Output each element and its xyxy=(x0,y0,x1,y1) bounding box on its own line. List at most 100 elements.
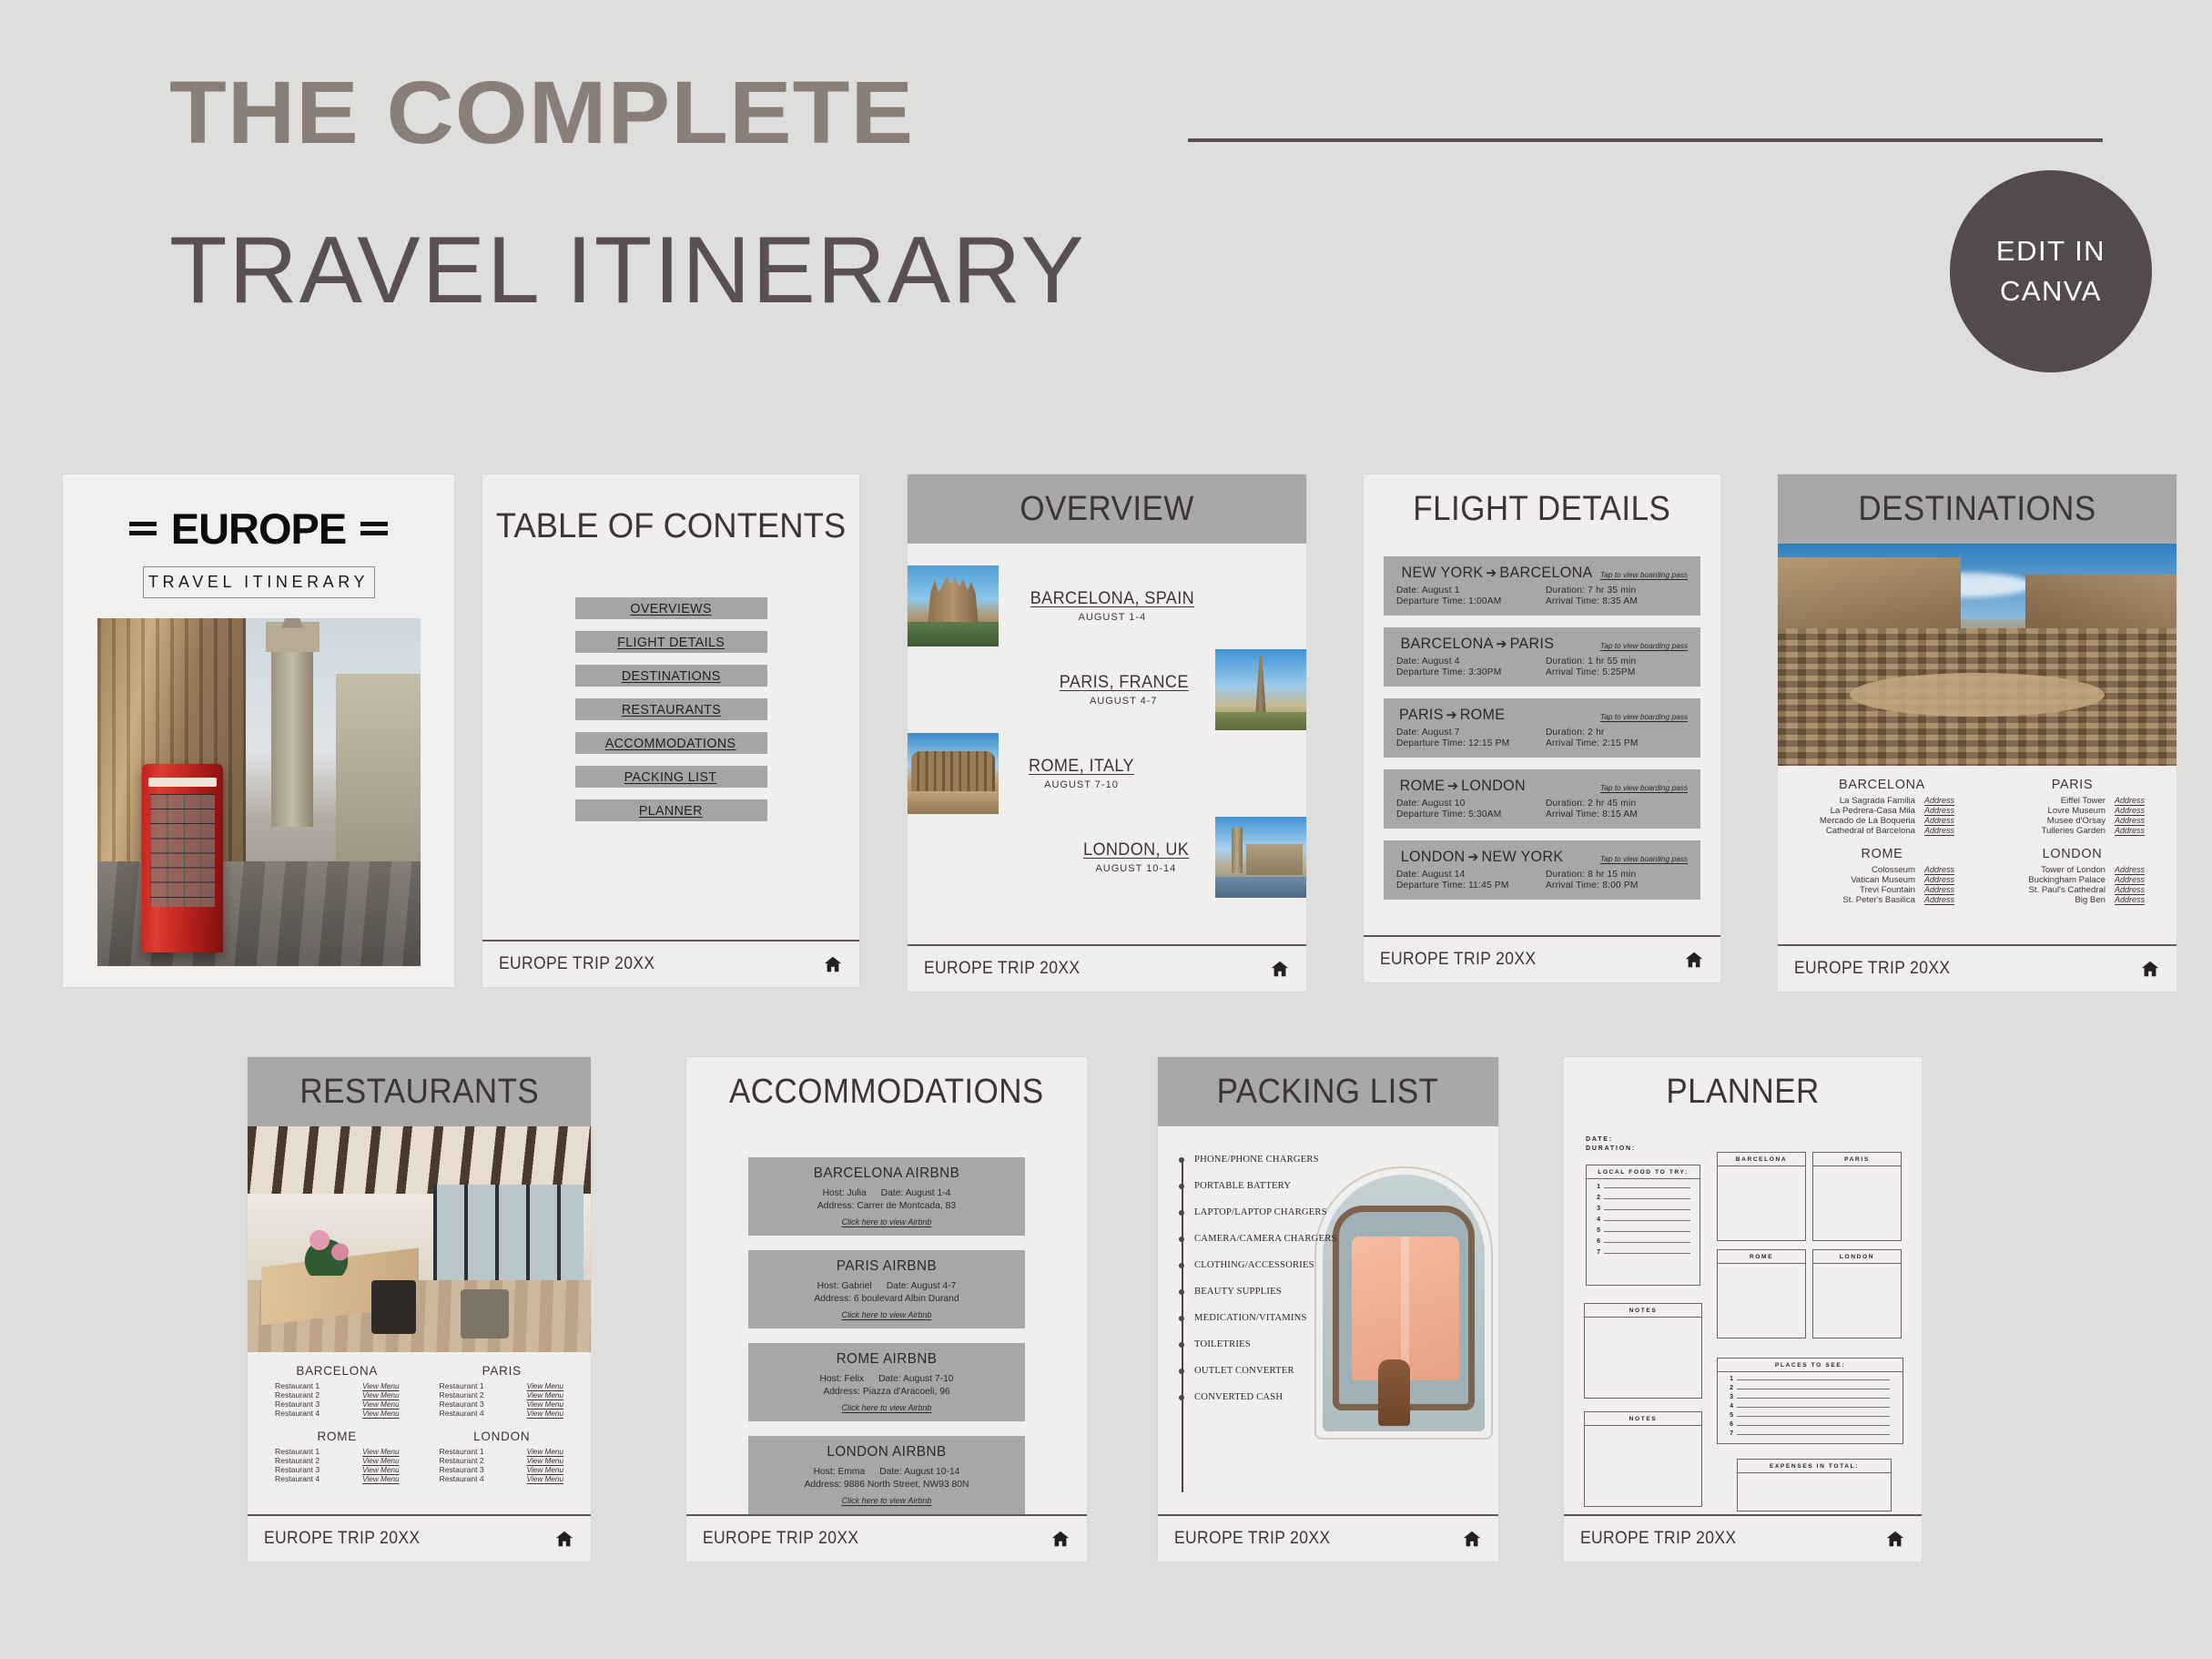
boarding-pass-link[interactable]: Tap to view boarding pass xyxy=(1600,783,1688,792)
toc-item-accommodations[interactable]: ACCOMMODATIONS xyxy=(574,732,767,754)
restaurant-row[interactable]: Restaurant 2 View Menu xyxy=(420,1390,584,1399)
write-line[interactable] xyxy=(1604,1220,1690,1221)
address-link[interactable]: Address xyxy=(2115,895,2155,904)
destination-row[interactable]: Big Ben Address xyxy=(1977,895,2167,905)
toc-item-packing-list[interactable]: PACKING LIST xyxy=(574,766,767,788)
address-link[interactable]: Address xyxy=(1924,796,1964,805)
card-restaurants[interactable]: RESTAURANTS BARCELONA Restaurant 1 View M… xyxy=(248,1057,591,1562)
view-menu-link[interactable]: View Menu xyxy=(527,1391,563,1399)
notes-box-lower[interactable]: NOTES xyxy=(1584,1411,1702,1507)
destination-row[interactable]: Tulleries Garden Address xyxy=(1977,826,2167,836)
toc-item-destinations[interactable]: DESTINATIONS xyxy=(574,665,767,687)
address-link[interactable]: Address xyxy=(1924,865,1964,874)
home-icon[interactable] xyxy=(1885,1529,1905,1549)
address-link[interactable]: Address xyxy=(2115,875,2155,884)
accommodation-card[interactable]: PARIS AIRBNB Host: Gabriel Date: August 4… xyxy=(748,1250,1025,1328)
restaurant-row[interactable]: Restaurant 4 View Menu xyxy=(255,1474,420,1483)
write-line[interactable] xyxy=(1737,1379,1890,1380)
airbnb-link[interactable]: Click here to view Airbnb xyxy=(757,1310,1016,1319)
write-line[interactable] xyxy=(1737,1416,1890,1417)
places-to-see-box[interactable]: PLACES TO SEE: 1 2 3 4 5 6 7 xyxy=(1717,1358,1903,1444)
restaurant-row[interactable]: Restaurant 3 View Menu xyxy=(420,1465,584,1474)
local-food-box[interactable]: LOCAL FOOD TO TRY: 1 2 3 4 5 6 7 xyxy=(1586,1165,1700,1286)
destination-row[interactable]: Tower of London Address xyxy=(1977,865,2167,875)
restaurant-row[interactable]: Restaurant 4 View Menu xyxy=(420,1474,584,1483)
packing-item[interactable]: PORTABLE BATTERY xyxy=(1176,1173,1498,1199)
destination-row[interactable]: St. Peter's Basilica Address xyxy=(1787,895,1977,905)
address-link[interactable]: Address xyxy=(2115,885,2155,894)
restaurant-row[interactable]: Restaurant 2 View Menu xyxy=(255,1390,420,1399)
restaurant-row[interactable]: Restaurant 1 View Menu xyxy=(255,1381,420,1390)
packing-item[interactable]: PHONE/PHONE CHARGERS xyxy=(1176,1146,1498,1173)
write-line[interactable] xyxy=(1604,1209,1690,1210)
restaurant-row[interactable]: Restaurant 1 View Menu xyxy=(255,1447,420,1456)
toc-item-flight-details[interactable]: FLIGHT DETAILS xyxy=(574,631,767,653)
destination-row[interactable]: Cathedral of Barcelona Address xyxy=(1787,826,1977,836)
airbnb-link[interactable]: Click here to view Airbnb xyxy=(757,1496,1016,1505)
overview-stop-london[interactable]: LONDON, UK AUGUST 10-14 xyxy=(1081,817,1306,898)
write-line[interactable] xyxy=(1604,1253,1690,1254)
view-menu-link[interactable]: View Menu xyxy=(527,1410,563,1418)
destination-row[interactable]: La Sagrada Familia Address xyxy=(1787,796,1977,806)
home-icon[interactable] xyxy=(554,1529,574,1549)
home-icon[interactable] xyxy=(1270,959,1290,979)
flight-row[interactable]: ROME ➔ LONDON Tap to view boarding pass Da… xyxy=(1384,769,1700,829)
view-menu-link[interactable]: View Menu xyxy=(527,1400,563,1409)
address-link[interactable]: Address xyxy=(1924,816,1964,825)
address-link[interactable]: Address xyxy=(1924,806,1964,815)
write-line[interactable] xyxy=(1737,1407,1890,1408)
address-link[interactable]: Address xyxy=(1924,826,1964,835)
boarding-pass-link[interactable]: Tap to view boarding pass xyxy=(1600,570,1688,579)
view-menu-link[interactable]: View Menu xyxy=(362,1466,399,1474)
view-menu-link[interactable]: View Menu xyxy=(362,1382,399,1390)
toc-item-restaurants[interactable]: RESTAURANTS xyxy=(574,698,767,720)
address-link[interactable]: Address xyxy=(2115,865,2155,874)
address-link[interactable]: Address xyxy=(1924,895,1964,904)
boarding-pass-link[interactable]: Tap to view boarding pass xyxy=(1600,712,1688,721)
planner-city-box-paris[interactable]: PARIS xyxy=(1812,1152,1902,1241)
destination-row[interactable]: Trevi Fountain Address xyxy=(1787,885,1977,895)
address-link[interactable]: Address xyxy=(1924,875,1964,884)
home-icon[interactable] xyxy=(1050,1529,1070,1549)
view-menu-link[interactable]: View Menu xyxy=(362,1475,399,1483)
overview-stop-barcelona[interactable]: BARCELONA, SPAIN AUGUST 1-4 xyxy=(908,565,1199,646)
restaurant-row[interactable]: Restaurant 4 View Menu xyxy=(255,1409,420,1418)
destination-row[interactable]: Buckingham Palace Address xyxy=(1977,875,2167,885)
view-menu-link[interactable]: View Menu xyxy=(527,1382,563,1390)
restaurant-row[interactable]: Restaurant 3 View Menu xyxy=(255,1399,420,1409)
destination-row[interactable]: Eiffel Tower Address xyxy=(1977,796,2167,806)
restaurant-row[interactable]: Restaurant 1 View Menu xyxy=(420,1381,584,1390)
restaurant-row[interactable]: Restaurant 3 View Menu xyxy=(255,1465,420,1474)
packing-item[interactable]: CAMERA/CAMERA CHARGERS xyxy=(1176,1226,1498,1252)
view-menu-link[interactable]: View Menu xyxy=(362,1448,399,1456)
write-line[interactable] xyxy=(1604,1242,1690,1243)
airbnb-link[interactable]: Click here to view Airbnb xyxy=(757,1217,1016,1226)
write-line[interactable] xyxy=(1737,1425,1890,1426)
view-menu-link[interactable]: View Menu xyxy=(527,1457,563,1465)
address-link[interactable]: Address xyxy=(2115,816,2155,825)
planner-city-box-rome[interactable]: ROME xyxy=(1717,1249,1806,1338)
packing-item[interactable]: MEDICATION/VITAMINS xyxy=(1176,1305,1498,1331)
card-cover[interactable]: EUROPE TRAVEL ITINERARY xyxy=(63,474,454,987)
view-menu-link[interactable]: View Menu xyxy=(362,1457,399,1465)
home-icon[interactable] xyxy=(823,954,843,974)
expenses-total-box[interactable]: EXPENSES IN TOTAL: xyxy=(1737,1459,1892,1511)
restaurant-row[interactable]: Restaurant 1 View Menu xyxy=(420,1447,584,1456)
packing-item[interactable]: TOILETRIES xyxy=(1176,1331,1498,1358)
boarding-pass-link[interactable]: Tap to view boarding pass xyxy=(1600,641,1688,650)
write-line[interactable] xyxy=(1604,1231,1690,1232)
write-line[interactable] xyxy=(1737,1398,1890,1399)
toc-item-overviews[interactable]: OVERVIEWS xyxy=(574,597,767,619)
airbnb-link[interactable]: Click here to view Airbnb xyxy=(757,1403,1016,1412)
planner-city-box-barcelona[interactable]: BARCELONA xyxy=(1717,1152,1806,1241)
overview-stop-paris[interactable]: PARIS, FRANCE AUGUST 4-7 xyxy=(1056,649,1306,730)
view-menu-link[interactable]: View Menu xyxy=(527,1475,563,1483)
flight-row[interactable]: NEW YORK ➔ BARCELONA Tap to view boarding … xyxy=(1384,556,1700,616)
packing-item[interactable]: CLOTHING/ACCESSORIES xyxy=(1176,1252,1498,1278)
write-line[interactable] xyxy=(1737,1434,1890,1435)
card-accommodations[interactable]: ACCOMMODATIONS BARCELONA AIRBNB Host: Ju… xyxy=(686,1057,1087,1562)
write-line[interactable] xyxy=(1604,1198,1690,1199)
card-table-of-contents[interactable]: TABLE OF CONTENTS OVERVIEWS FLIGHT DETAI… xyxy=(482,474,859,987)
packing-item[interactable]: LAPTOP/LAPTOP CHARGERS xyxy=(1176,1199,1498,1226)
destination-row[interactable]: Colosseum Address xyxy=(1787,865,1977,875)
